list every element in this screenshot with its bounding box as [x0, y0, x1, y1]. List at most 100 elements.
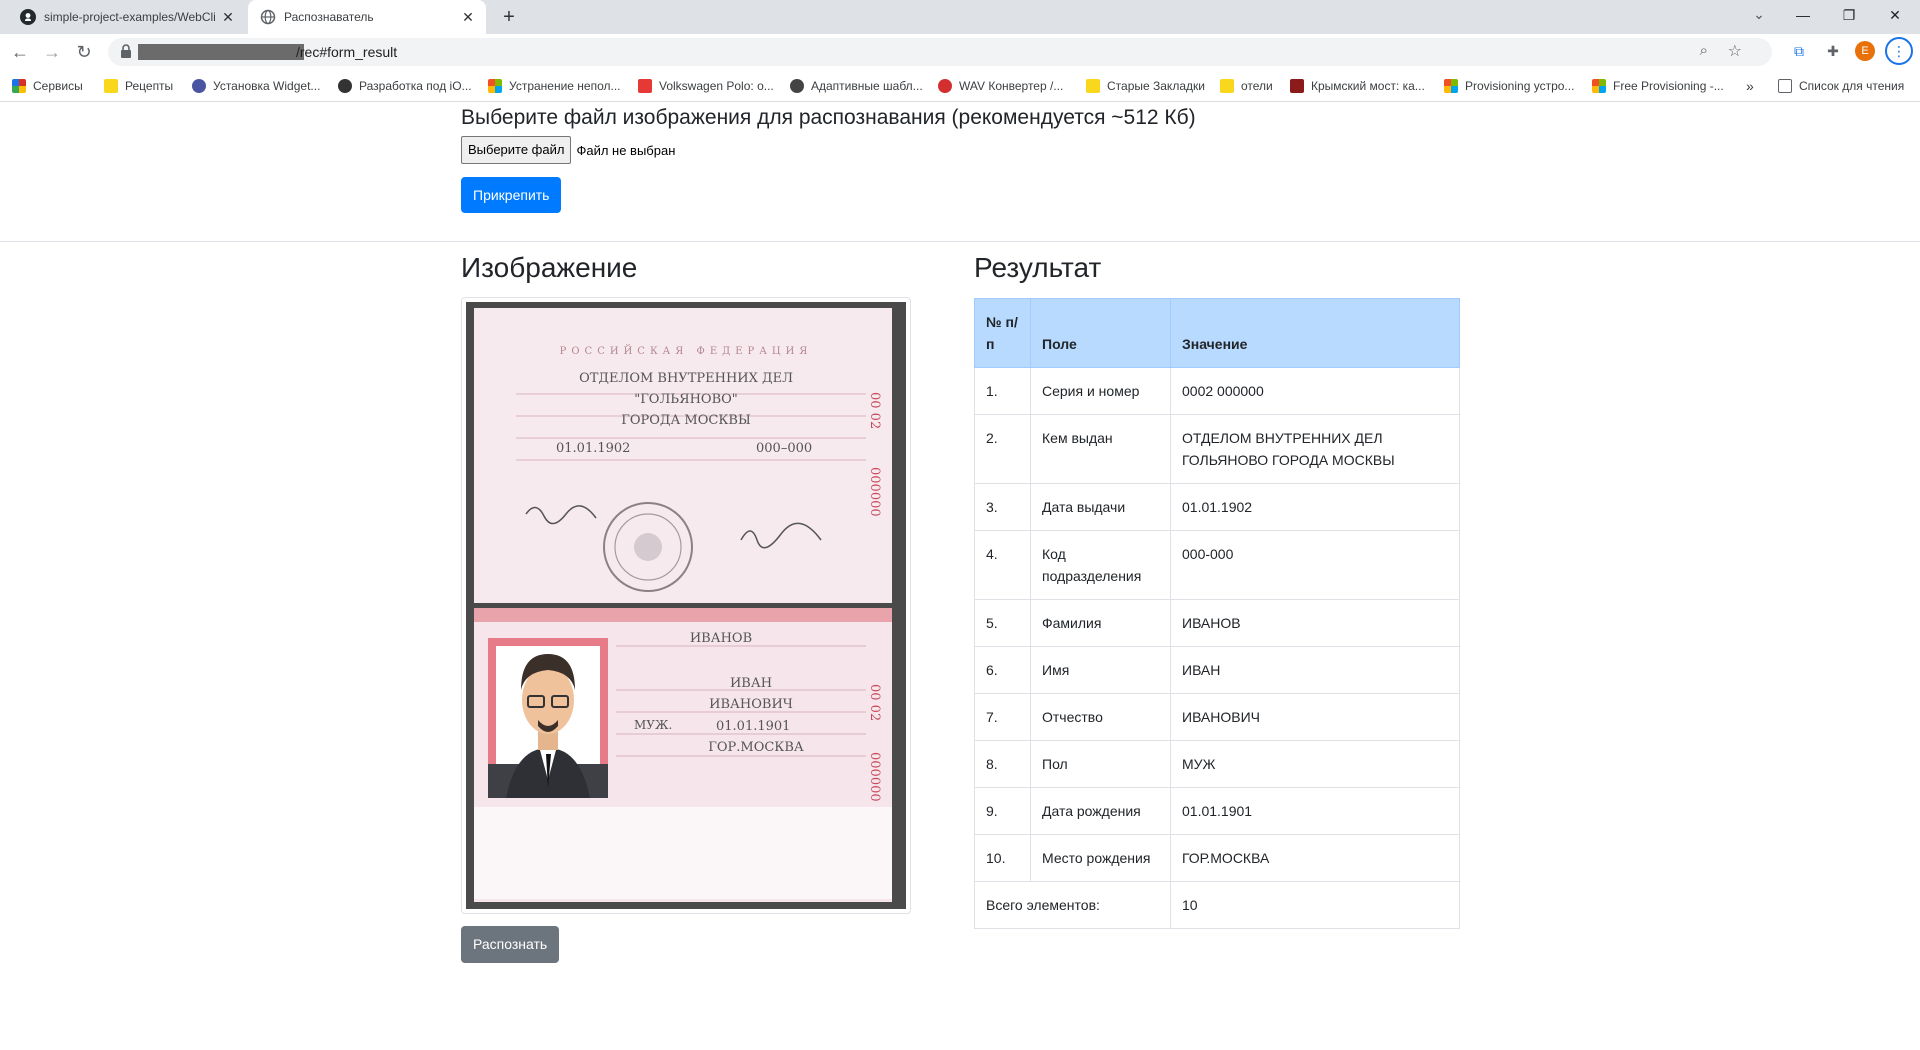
- choose-file-button[interactable]: Выберите файл: [461, 136, 572, 164]
- folder-icon: [1086, 79, 1100, 93]
- no-file-text: Файл не выбран: [576, 142, 676, 158]
- close-icon[interactable]: ✕: [456, 9, 480, 26]
- attach-button[interactable]: Прикрепить: [461, 177, 562, 213]
- passport-issue-date: 01.01.1902: [556, 441, 630, 456]
- column-header-field: Поле: [1030, 298, 1171, 368]
- divider: [0, 241, 1920, 242]
- table-row: 2. Кем выдан ОТДЕЛОМ ВНУТРЕННИХ ДЕЛ ГОЛЬЯН…: [974, 414, 1460, 484]
- row-value: 01.01.1902: [1170, 483, 1460, 531]
- bookmark-item[interactable]: Provisioning устро...: [1444, 76, 1574, 96]
- github-icon: [20, 9, 36, 25]
- tab-github[interactable]: simple-project-examples/WebCli ✕: [8, 0, 246, 34]
- site-icon: [638, 79, 652, 93]
- table-row: 3. Дата выдачи 01.01.1902: [974, 483, 1460, 531]
- extensions-icon[interactable]: ✚: [1822, 40, 1844, 62]
- bookmark-item[interactable]: Адаптивные шабл...: [790, 76, 923, 96]
- passport-series-bottom: 00 02: [867, 684, 882, 721]
- tab-title: Распознаватель: [284, 10, 374, 24]
- zoom-icon[interactable]: ⌕: [1700, 42, 1708, 59]
- site-icon: [938, 79, 952, 93]
- reading-list-icon: [1778, 79, 1792, 93]
- passport-country: РОССИЙСКАЯ ФЕДЕРАЦИЯ: [560, 345, 813, 357]
- bookmark-star-icon[interactable]: ☆: [1728, 41, 1742, 61]
- row-value: ИВАНОВ: [1170, 599, 1460, 647]
- bookmark-item[interactable]: отели: [1220, 76, 1273, 96]
- table-row: 6. Имя ИВАН: [974, 646, 1460, 694]
- row-value: ГОР.МОСКВА: [1170, 834, 1460, 882]
- chevron-down-icon[interactable]: ⌄: [1748, 6, 1770, 28]
- translate-icon[interactable]: ⧉: [1788, 40, 1810, 62]
- row-number: 9.: [974, 787, 1031, 835]
- bookmark-item[interactable]: Устранение непол...: [488, 76, 621, 96]
- row-field: Код подразделения: [1030, 530, 1171, 600]
- row-value: ИВАНОВИЧ: [1170, 693, 1460, 741]
- total-value: 10: [1170, 881, 1460, 929]
- result-table: № п/п Поле Значение 1. Серия и номер 0002 …: [974, 298, 1460, 929]
- browser-toolbar: ← → ↻ /rec#form_result ⌕ ☆: [0, 34, 1920, 70]
- passport-number-top: 000000: [867, 467, 882, 517]
- passport-dept-code: 000–000: [756, 441, 812, 456]
- back-icon[interactable]: ←: [8, 40, 32, 64]
- row-number: 6.: [974, 646, 1031, 694]
- close-window-icon[interactable]: ✕: [1872, 0, 1918, 30]
- passport-surname: ИВАНОВ: [690, 631, 752, 646]
- globe-icon: [260, 9, 276, 25]
- passport-number-bottom: 000000: [867, 752, 882, 802]
- row-field: Место рождения: [1030, 834, 1171, 882]
- row-value: ОТДЕЛОМ ВНУТРЕННИХ ДЕЛ ГОЛЬЯНОВО ГОРОДА …: [1170, 414, 1460, 484]
- row-number: 3.: [974, 483, 1031, 531]
- passport-image: РОССИЙСКАЯ ФЕДЕРАЦИЯ ОТДЕЛОМ ВНУТРЕННИХ …: [461, 297, 911, 914]
- recognize-button[interactable]: Распознать: [461, 926, 560, 963]
- bookmark-item[interactable]: Установка Widget...: [192, 76, 320, 96]
- passport-series-top: 00 02: [867, 392, 882, 429]
- table-row: 4. Код подразделения 000-000: [974, 530, 1460, 600]
- bookmark-item[interactable]: Рецепты: [104, 76, 173, 96]
- row-field: Отчество: [1030, 693, 1171, 741]
- lock-icon: [121, 44, 131, 58]
- row-number: 8.: [974, 740, 1031, 788]
- profile-avatar[interactable]: E: [1855, 41, 1875, 61]
- tab-recognizer[interactable]: Распознаватель ✕: [248, 0, 486, 34]
- bookmark-item[interactable]: Крымский мост: ка...: [1290, 76, 1425, 96]
- table-row: 8. Пол МУЖ: [974, 740, 1460, 788]
- restore-icon[interactable]: ❐: [1826, 0, 1872, 30]
- row-field: Дата выдачи: [1030, 483, 1171, 531]
- passport-issuer-3: ГОРОДА МОСКВЫ: [621, 413, 751, 428]
- bookmark-item[interactable]: Сервисы: [12, 76, 83, 96]
- new-tab-icon[interactable]: +: [496, 4, 522, 30]
- close-icon[interactable]: ✕: [216, 9, 240, 26]
- reading-list[interactable]: Список для чтения: [1778, 76, 1904, 96]
- file-input: Выберите файл Файл не выбран: [461, 136, 675, 164]
- bookmark-item[interactable]: Старые Закладки: [1086, 76, 1205, 96]
- bookmarks-bar: Сервисы Рецепты Установка Widget... Разр…: [0, 70, 1920, 102]
- site-icon: [1290, 79, 1304, 93]
- forward-icon[interactable]: →: [40, 40, 64, 64]
- site-icon: [790, 79, 804, 93]
- bookmark-item[interactable]: WAV Конвертер /...: [938, 76, 1063, 96]
- url-text: /rec#form_result: [296, 44, 398, 60]
- table-row: 5. Фамилия ИВАНОВ: [974, 599, 1460, 647]
- table-row: 9. Дата рождения 01.01.1901: [974, 787, 1460, 835]
- bookmark-item[interactable]: Разработка под iO...: [338, 76, 472, 96]
- tab-title: simple-project-examples/WebCli: [44, 10, 216, 24]
- row-value: ИВАН: [1170, 646, 1460, 694]
- bookmarks-overflow-icon[interactable]: »: [1746, 76, 1754, 96]
- passport-issuer-2: "ГОЛЬЯНОВО": [634, 392, 738, 407]
- table-total-row: Всего элементов: 10: [974, 881, 1460, 929]
- bookmark-item[interactable]: Volkswagen Polo: o...: [638, 76, 774, 96]
- row-field: Фамилия: [1030, 599, 1171, 647]
- passport-scan: РОССИЙСКАЯ ФЕДЕРАЦИЯ ОТДЕЛОМ ВНУТРЕННИХ …: [466, 302, 906, 909]
- row-number: 2.: [974, 414, 1031, 484]
- bookmark-item[interactable]: Free Provisioning -...: [1592, 76, 1724, 96]
- column-header-number: № п/п: [974, 298, 1031, 368]
- minimize-icon[interactable]: —: [1780, 0, 1826, 30]
- microsoft-icon: [1592, 79, 1606, 93]
- menu-icon[interactable]: ⋮: [1885, 37, 1913, 65]
- address-bar[interactable]: /rec#form_result ⌕ ☆: [108, 38, 1772, 66]
- site-icon: [192, 79, 206, 93]
- table-header-row: № п/п Поле Значение: [974, 298, 1460, 368]
- site-icon: [338, 79, 352, 93]
- passport-birth-date: 01.01.1901: [716, 719, 790, 734]
- microsoft-icon: [488, 79, 502, 93]
- reload-icon[interactable]: ↻: [72, 40, 96, 64]
